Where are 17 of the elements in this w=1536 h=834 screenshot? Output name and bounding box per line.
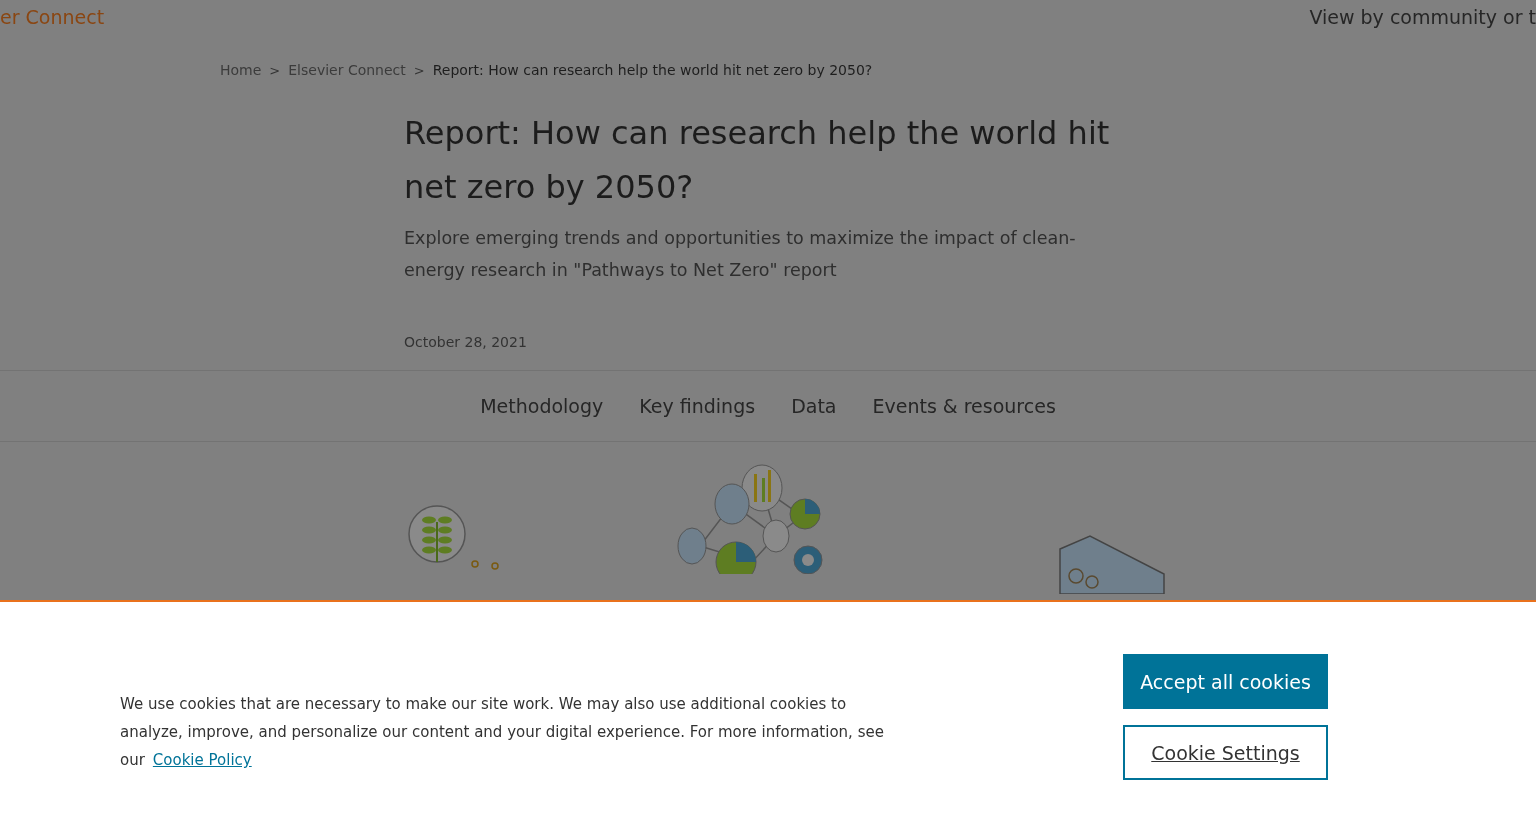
cookie-message: We use cookies that are necessary to make our site work. We may also use additional cookies to analyze, improve, and personalize our content and your digital experience. For more information, see our Cookie Policy bbox=[120, 694, 885, 771]
cookie-policy-link[interactable]: Cookie Policy bbox=[152, 751, 252, 769]
section-tab[interactable]: Methodology bbox=[480, 395, 604, 417]
accept-cookies-button[interactable]: Accept all cookies bbox=[1123, 654, 1328, 709]
section-tab[interactable]: Key findings bbox=[639, 395, 756, 417]
article-title: Report: How can research help the world hit net zero by 2050? bbox=[404, 113, 1111, 208]
article-date: October 28, 2021 bbox=[404, 334, 528, 350]
topic-link[interactable]: View by community or t bbox=[1309, 6, 1536, 28]
article-subtitle: Explore emerging trends and opportunities to maximize the impact of clean-energy research in "Pathways to Net Zero" report bbox=[404, 227, 1077, 282]
cookie-settings-button[interactable]: Cookie Settings bbox=[1123, 725, 1328, 780]
section-tab[interactable]: Events & resources bbox=[872, 395, 1056, 417]
breadcrumb-link[interactable]: Elsevier Connect bbox=[288, 62, 406, 78]
breadcrumb-separator: > bbox=[413, 62, 425, 78]
breadcrumb-separator: > bbox=[269, 62, 281, 78]
section-tab[interactable]: Data bbox=[791, 395, 837, 417]
current-page-text: Report: How can research help the world hit net zero by 2050? bbox=[432, 62, 873, 78]
breadcrumb-link[interactable]: Home bbox=[220, 62, 262, 78]
